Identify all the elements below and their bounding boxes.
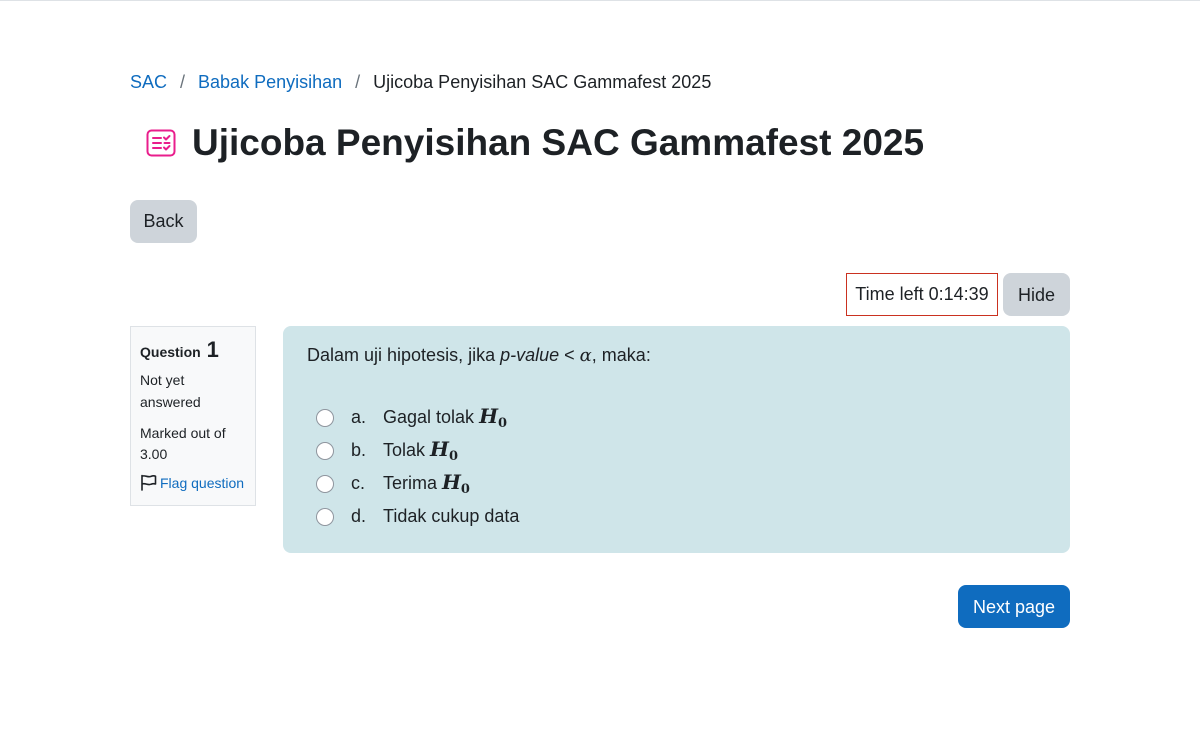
- math-symbol: H: [442, 470, 461, 494]
- answer-letter: c.: [351, 473, 366, 493]
- math-subscript: 0: [460, 482, 470, 497]
- answer-option-d[interactable]: d. Tidak cukup data: [307, 500, 1046, 533]
- answer-math: H0: [442, 470, 470, 497]
- flag-question-label: Flag question: [160, 474, 245, 491]
- breadcrumb-link-babak-penyisihan[interactable]: Babak Penyisihan: [198, 71, 342, 93]
- answer-label: Tidak cukup data: [383, 506, 520, 526]
- radio-button[interactable]: [316, 474, 334, 493]
- question-text-suffix: , maka:: [591, 345, 651, 365]
- back-button[interactable]: Back: [130, 200, 197, 243]
- math-symbol: H: [479, 404, 498, 428]
- hide-timer-button[interactable]: Hide: [1003, 273, 1070, 316]
- question-number-heading: Question 1: [140, 337, 246, 363]
- question-info-panel: Question 1 Not yet answered Marked out o…: [130, 326, 256, 506]
- answer-label: Gagal tolak: [383, 407, 475, 427]
- quiz-timer: Time left 0:14:39: [846, 273, 998, 316]
- question-state: Not yet answered: [140, 372, 201, 410]
- math-symbol: H: [430, 437, 449, 461]
- answer-math: H0: [479, 404, 507, 431]
- answer-letter: d.: [351, 506, 367, 526]
- math-subscript: 0: [448, 449, 458, 464]
- radio-button[interactable]: [316, 408, 334, 427]
- answer-label: Terima: [383, 473, 438, 493]
- page-header: Ujicoba Penyisihan SAC Gammafest 2025: [146, 119, 924, 167]
- flag-question-link[interactable]: Flag question: [140, 474, 246, 491]
- radio-button[interactable]: [316, 441, 334, 460]
- question-grade: Marked out of 3.00: [140, 425, 226, 462]
- breadcrumb-separator: /: [180, 72, 186, 92]
- question-number: 1: [206, 337, 219, 362]
- quiz-icon: [146, 128, 176, 158]
- answer-letter: b.: [351, 440, 367, 460]
- next-page-button[interactable]: Next page: [958, 585, 1070, 628]
- answer-option-c[interactable]: c. Terima H0: [307, 467, 1046, 500]
- question-label: Question: [140, 344, 201, 360]
- breadcrumb: SAC / Babak Penyisihan / Ujicoba Penyisi…: [130, 71, 711, 93]
- answer-option-b[interactable]: b. Tolak H0: [307, 434, 1046, 467]
- breadcrumb-current: Ujicoba Penyisihan SAC Gammafest 2025: [373, 72, 712, 92]
- answer-letter: a.: [351, 407, 367, 427]
- answer-math: H0: [430, 437, 458, 464]
- answer-options: a. Gagal tolak H0 b. Tolak H0 c. Terima …: [307, 401, 1046, 533]
- radio-button[interactable]: [316, 507, 334, 526]
- answer-label: Tolak: [383, 440, 426, 460]
- question-formulation: Dalam uji hipotesis, jika p-value < α, m…: [283, 326, 1070, 553]
- breadcrumb-separator: /: [355, 72, 361, 92]
- question-text-operator: <: [559, 345, 580, 365]
- question-text-alpha: α: [579, 345, 592, 366]
- page-title: Ujicoba Penyisihan SAC Gammafest 2025: [192, 122, 925, 163]
- question-text: Dalam uji hipotesis, jika p-value < α, m…: [307, 343, 1046, 368]
- flag-icon: [141, 474, 157, 491]
- answer-option-a[interactable]: a. Gagal tolak H0: [307, 401, 1046, 434]
- breadcrumb-link-sac[interactable]: SAC: [130, 71, 167, 93]
- question-text-pvalue: p-value: [500, 345, 560, 365]
- question-text-prefix: Dalam uji hipotesis, jika: [307, 345, 501, 365]
- math-subscript: 0: [497, 416, 508, 431]
